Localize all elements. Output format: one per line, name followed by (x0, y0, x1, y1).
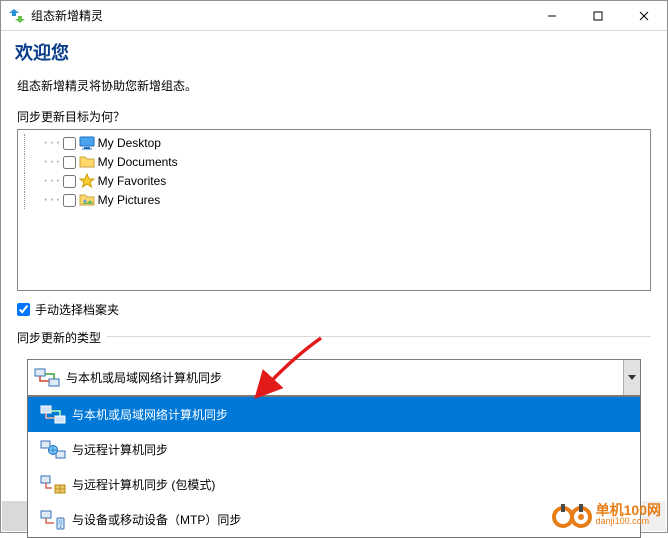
tree-checkbox[interactable] (63, 194, 76, 207)
sync-option-remote[interactable]: 与远程计算机同步 (28, 432, 640, 467)
titlebar: 组态新增精灵 (1, 1, 667, 31)
sync-option-label: 与本机或局域网络计算机同步 (72, 406, 228, 423)
tree-checkbox[interactable] (63, 175, 76, 188)
tree-checkbox[interactable] (63, 137, 76, 150)
maximize-button[interactable] (575, 1, 621, 30)
window-controls (529, 1, 667, 30)
intro-text: 组态新增精灵将协助您新增组态。 (17, 77, 651, 94)
close-button[interactable] (621, 1, 667, 30)
manual-select-checkbox[interactable] (17, 303, 30, 316)
desktop-icon (79, 135, 95, 151)
remote-sync-icon (40, 440, 66, 460)
sync-type-selected: 与本机或局域网络计算机同步 (66, 369, 623, 386)
target-tree[interactable]: ··· My Desktop ··· My Documents ··· My F… (17, 129, 651, 291)
sync-option-label: 与设备或移动设备（MTP）同步 (72, 511, 241, 528)
tree-item-pictures[interactable]: ··· My Pictures (24, 191, 644, 209)
tree-item-favorites[interactable]: ··· My Favorites (24, 172, 644, 190)
watermark: 单机100网 danji100.com (550, 498, 661, 530)
tree-label: My Pictures (98, 193, 161, 207)
tree-item-desktop[interactable]: ··· My Desktop (24, 134, 644, 152)
target-question: 同步更新目标为何？ (17, 108, 651, 125)
tree-label: My Desktop (98, 136, 161, 150)
sync-type-combo[interactable]: 与本机或局域网络计算机同步 与本机或局域网络计算机同步 与远程计算机同步 (27, 359, 641, 396)
app-icon (9, 8, 25, 24)
sync-option-label: 与远程计算机同步 (72, 441, 168, 458)
minimize-button[interactable] (529, 1, 575, 30)
watermark-text: 单机100网 (596, 503, 661, 517)
documents-icon (79, 154, 95, 170)
lan-sync-icon (34, 368, 60, 388)
tree-checkbox[interactable] (63, 156, 76, 169)
tree-item-documents[interactable]: ··· My Documents (24, 153, 644, 171)
window-title: 组态新增精灵 (31, 7, 529, 24)
manual-select-label: 手动选择档案夹 (35, 301, 119, 318)
sync-option-remote-package[interactable]: 与远程计算机同步 (包模式) (28, 467, 640, 502)
sync-option-mtp[interactable]: 与设备或移动设备（MTP）同步 (28, 502, 640, 537)
pictures-icon (79, 192, 95, 208)
combo-dropdown-button[interactable] (623, 360, 640, 395)
welcome-heading: 欢迎您 (15, 39, 653, 65)
sync-option-lan[interactable]: 与本机或局域网络计算机同步 (28, 397, 640, 432)
watermark-logo-icon (550, 498, 594, 530)
tree-label: My Documents (98, 155, 178, 169)
manual-select-row[interactable]: 手动选择档案夹 (17, 301, 651, 318)
watermark-url: danji100.com (596, 517, 661, 526)
favorites-icon (79, 173, 95, 189)
sync-type-legend: 同步更新的类型 (17, 329, 107, 346)
wizard-header: 欢迎您 (1, 31, 667, 71)
sync-option-label: 与远程计算机同步 (包模式) (72, 476, 215, 493)
tree-label: My Favorites (98, 174, 167, 188)
sync-type-fieldset: 同步更新的类型 与本机或局域网络计算机同步 与本机或局域网络计算机同步 与远程计… (17, 336, 651, 406)
remote-package-icon (40, 475, 66, 495)
mtp-sync-icon (40, 510, 66, 530)
lan-sync-icon (40, 405, 66, 425)
